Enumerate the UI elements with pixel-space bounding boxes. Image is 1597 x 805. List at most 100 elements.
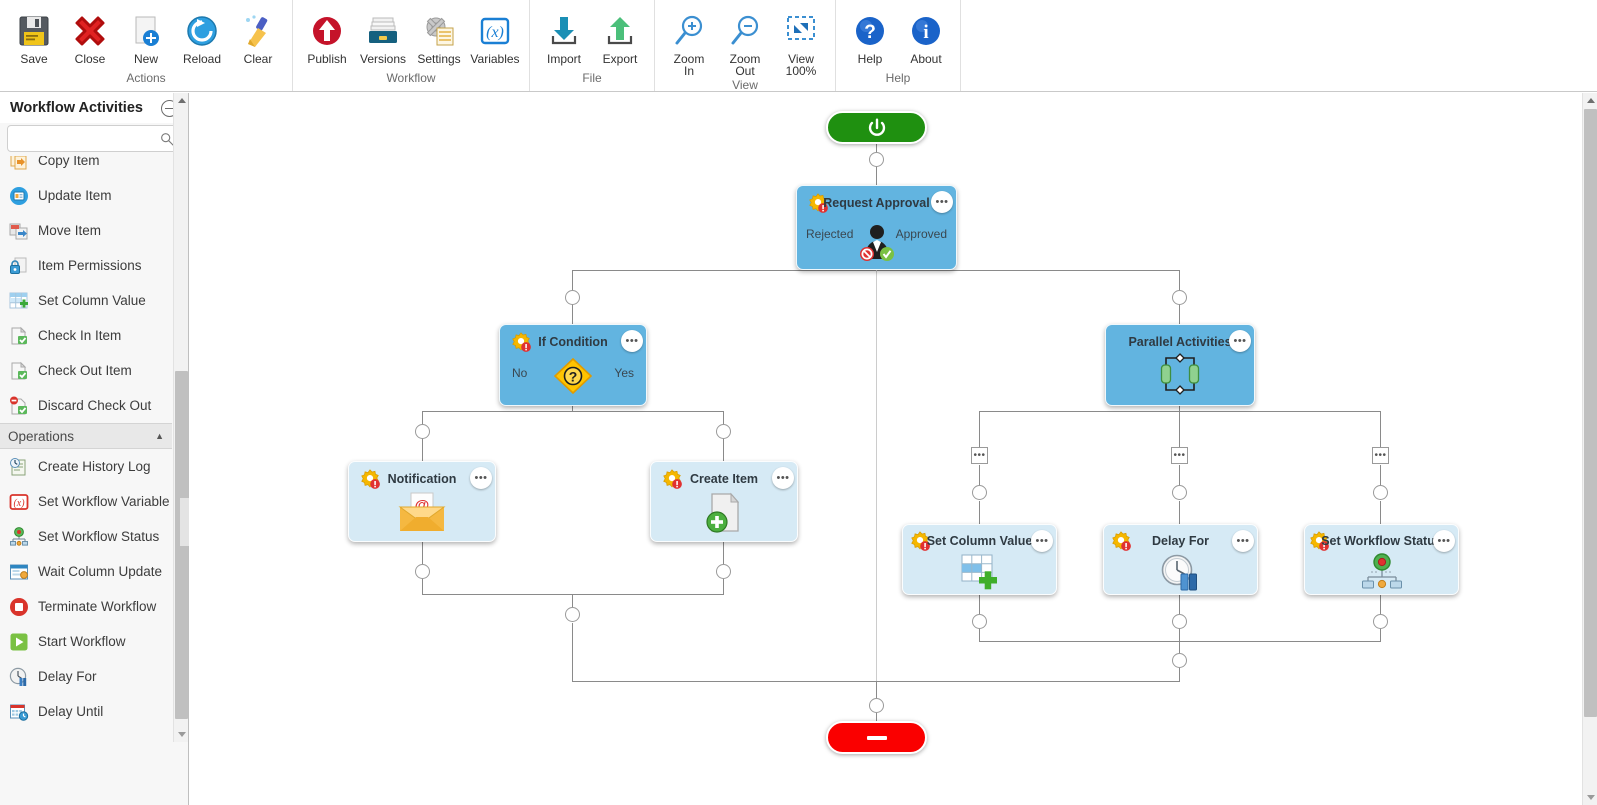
workflow-canvas[interactable]: ••• ••• ••• Request Approval ••• Rejecte… — [190, 93, 1582, 805]
sidebar-item-wait-column-update[interactable]: Wait Column Update — [0, 554, 172, 589]
node-menu-button[interactable]: ••• — [470, 467, 492, 489]
sidebar-item-delay-for[interactable]: Delay For — [0, 659, 172, 694]
connector-handle-start-out[interactable] — [869, 152, 884, 167]
variables-button[interactable]: (x) Variables — [467, 4, 523, 66]
parallel-branch-menu-2[interactable]: ••• — [1171, 447, 1188, 464]
connector-handle-par-b1[interactable] — [972, 485, 987, 500]
connector-handle-notification-out[interactable] — [415, 564, 430, 579]
node-menu-button[interactable]: ••• — [621, 330, 643, 352]
zoom-out-button[interactable]: Zoom Out — [717, 4, 773, 78]
publish-button[interactable]: Publish — [299, 4, 355, 66]
set-workflow-status-warning-icon — [1308, 530, 1330, 552]
node-request-approval[interactable]: Request Approval ••• Rejected Approved — [796, 185, 957, 270]
canvas-scroll-thumb[interactable] — [1584, 109, 1597, 717]
node-set-column-value[interactable]: Set Column Value ••• — [902, 524, 1057, 595]
new-label: New — [133, 52, 158, 66]
search-box[interactable] — [7, 125, 181, 152]
sidebar-item-check-out-item[interactable]: Check Out Item — [0, 353, 172, 388]
node-menu-button[interactable]: ••• — [1232, 530, 1254, 552]
svg-text:(x): (x) — [13, 498, 25, 509]
connector-handle-final[interactable] — [869, 698, 884, 713]
import-button[interactable]: Import — [536, 4, 592, 66]
variables-icon: (x) — [478, 11, 512, 51]
connector-handle-create-item-out[interactable] — [716, 564, 731, 579]
node-body-icon: @ — [349, 491, 495, 533]
new-button[interactable]: New — [118, 4, 174, 66]
activities-list[interactable]: Copy Item Update Item Move Item Item Per… — [0, 156, 188, 805]
node-set-workflow-status[interactable]: Set Workflow Status ••• — [1304, 524, 1459, 595]
node-menu-button[interactable]: ••• — [931, 191, 953, 213]
start-node[interactable] — [826, 111, 927, 144]
help-button[interactable]: ? Help — [842, 4, 898, 66]
sidebar-scrollbar[interactable] — [173, 93, 188, 742]
canvas-scroll-down-arrow[interactable] — [1583, 790, 1597, 805]
sidebar-item-create-history-log[interactable]: Create History Log — [0, 449, 172, 484]
node-if-condition[interactable]: If Condition ••• No Yes ? — [499, 324, 647, 406]
node-menu-button[interactable]: ••• — [1433, 530, 1455, 552]
close-label: Close — [74, 52, 106, 66]
node-menu-button[interactable]: ••• — [772, 467, 794, 489]
save-button[interactable]: Save — [6, 4, 62, 66]
node-parallel-activities[interactable]: Parallel Activities ••• — [1105, 324, 1255, 406]
sidebar-item-label: Wait Column Update — [38, 564, 163, 579]
stop-node[interactable] — [826, 721, 927, 754]
versions-button[interactable]: Versions — [355, 4, 411, 66]
sidebar-item-set-workflow-status[interactable]: Set Workflow Status — [0, 519, 172, 554]
edge-parallel-merge-down — [1179, 641, 1180, 653]
panel-splitter[interactable] — [180, 498, 189, 546]
connector-handle-if-yes[interactable] — [716, 424, 731, 439]
clear-button[interactable]: Clear — [230, 4, 286, 66]
export-button[interactable]: Export — [592, 4, 648, 66]
scroll-down-arrow[interactable] — [174, 727, 189, 742]
sidebar-item-delay-until[interactable]: Delay Until — [0, 694, 172, 729]
connector-handle-if-merge[interactable] — [565, 607, 580, 622]
sidebar-item-set-column-value[interactable]: Set Column Value — [0, 283, 172, 318]
connector-handle-par-m1[interactable] — [972, 614, 987, 629]
sidebar-group-label: Operations — [8, 428, 75, 444]
settings-button[interactable]: Settings — [411, 4, 467, 66]
about-button[interactable]: i About — [898, 4, 954, 66]
connector-handle-branch-right[interactable] — [1172, 290, 1187, 305]
if-condition-icon — [510, 331, 532, 353]
connector-handle-par-m2[interactable] — [1172, 614, 1187, 629]
parallel-branch-menu-3[interactable]: ••• — [1372, 447, 1389, 464]
search-input[interactable] — [14, 130, 160, 147]
sidebar-item-set-workflow-variable[interactable]: (x) Set Workflow Variable — [0, 484, 172, 519]
connector-handle-par-m3[interactable] — [1373, 614, 1388, 629]
sidebar-item-check-in-item[interactable]: Check In Item — [0, 318, 172, 353]
sidebar-item-item-permissions[interactable]: Item Permissions — [0, 248, 172, 283]
sidebar-item-move-item[interactable]: Move Item — [0, 213, 172, 248]
view-100-button[interactable]: View 100% — [773, 4, 829, 78]
sidebar-item-start-workflow[interactable]: Start Workflow — [0, 624, 172, 659]
svg-text:?: ? — [864, 22, 876, 43]
connector-handle-par-b2[interactable] — [1172, 485, 1187, 500]
sidebar-item-label: Delay For — [38, 669, 97, 684]
scroll-up-arrow[interactable] — [174, 93, 189, 108]
connector-handle-par-b3[interactable] — [1373, 485, 1388, 500]
connector-handle-branch-left[interactable] — [565, 290, 580, 305]
close-button[interactable]: Close — [62, 4, 118, 66]
connector-handle-parallel-merge[interactable] — [1172, 653, 1187, 668]
sidebar-group-operations[interactable]: Operations ▲ — [0, 423, 172, 449]
canvas-scrollbar[interactable] — [1582, 93, 1597, 805]
about-label: About — [910, 52, 942, 66]
edge-center-guide — [876, 270, 877, 700]
node-delay-for[interactable]: Delay For ••• — [1103, 524, 1258, 595]
canvas-scroll-up-arrow[interactable] — [1583, 93, 1597, 108]
reload-button[interactable]: Reload — [174, 4, 230, 66]
edge-if-branch-bar — [422, 411, 723, 412]
ribbon-group-label-help: Help — [885, 71, 911, 85]
sidebar-item-update-item[interactable]: Update Item — [0, 178, 172, 213]
sidebar-item-copy-item[interactable]: Copy Item — [0, 156, 172, 178]
zoom-in-button[interactable]: Zoom In — [661, 4, 717, 78]
sidebar-item-label: Create History Log — [38, 459, 151, 474]
node-notification[interactable]: Notification ••• @ — [348, 461, 496, 542]
connector-handle-if-no[interactable] — [415, 424, 430, 439]
sidebar-item-discard-check-out[interactable]: Discard Check Out — [0, 388, 172, 423]
sidebar-item-terminate-workflow[interactable]: Terminate Workflow — [0, 589, 172, 624]
publish-icon — [310, 11, 344, 51]
node-create-item[interactable]: Create Item ••• — [650, 461, 798, 542]
node-menu-button[interactable]: ••• — [1031, 530, 1053, 552]
parallel-branch-menu-1[interactable]: ••• — [971, 447, 988, 464]
node-menu-button[interactable]: ••• — [1229, 330, 1251, 352]
